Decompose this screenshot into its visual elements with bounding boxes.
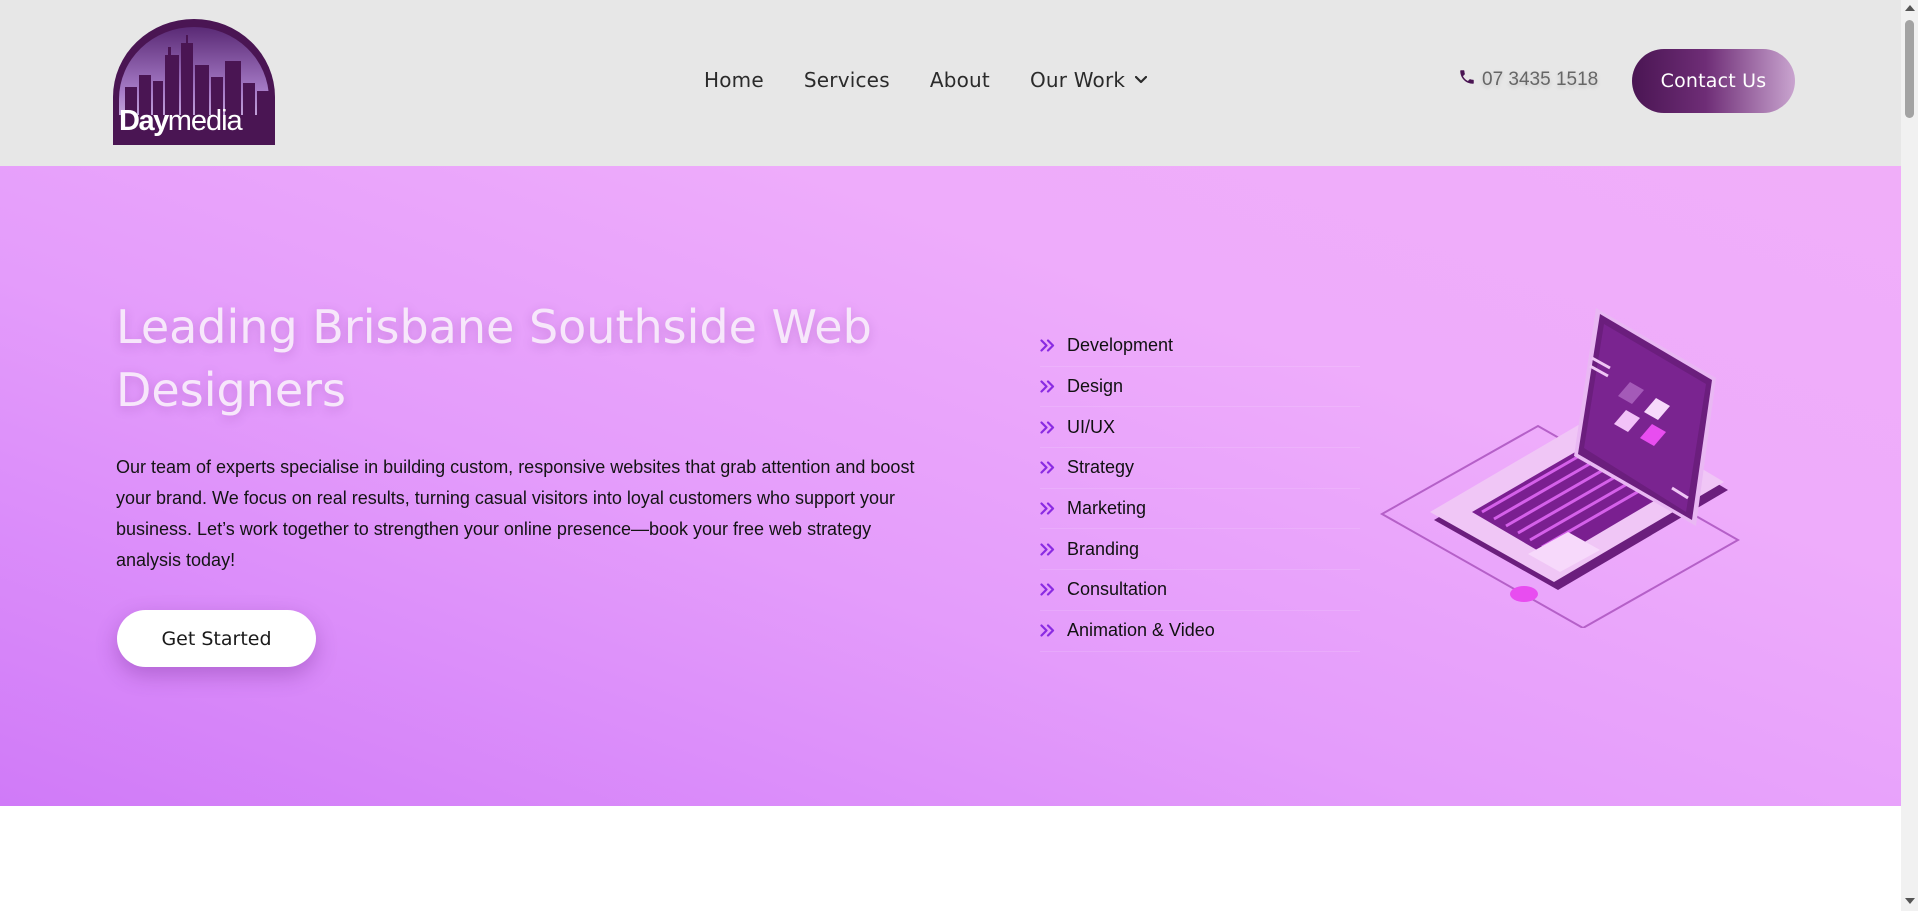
list-item: Branding xyxy=(1040,529,1360,571)
service-label: UI/UX xyxy=(1067,416,1116,437)
service-label: Branding xyxy=(1067,538,1140,559)
list-item: Strategy xyxy=(1040,448,1360,489)
double-chevron-right-icon xyxy=(1040,624,1055,637)
service-label: Strategy xyxy=(1067,457,1135,478)
scroll-up-icon[interactable] xyxy=(1905,5,1915,11)
nav-services[interactable]: Services xyxy=(804,68,890,92)
list-item: UI/UX xyxy=(1040,407,1360,449)
nav-services-label: Services xyxy=(803,68,890,92)
phone-link[interactable]: 07 3435 1518 xyxy=(1458,67,1598,93)
logo-word-media: media xyxy=(167,104,243,137)
nav-about-label: About xyxy=(929,68,990,92)
nav-our-work[interactable]: Our Work xyxy=(1029,68,1148,92)
daymedia-logo[interactable]: Day media xyxy=(113,19,275,145)
scroll-thumb[interactable] xyxy=(1905,20,1914,118)
laptop-illustration xyxy=(1378,308,1741,630)
phone-icon xyxy=(1458,68,1476,92)
contact-us-button[interactable]: Contact Us xyxy=(1632,49,1795,113)
list-item: Design xyxy=(1040,367,1360,408)
logo-wordmark: Day media xyxy=(119,99,275,143)
service-label: Design xyxy=(1067,376,1124,397)
double-chevron-right-icon xyxy=(1040,543,1055,556)
services-list: Development Design UI/UX Strategy Market… xyxy=(1040,326,1360,652)
nav-our-work-label: Our Work xyxy=(1029,68,1126,92)
get-started-button[interactable]: Get Started xyxy=(117,610,316,667)
list-item: Marketing xyxy=(1040,489,1360,530)
double-chevron-right-icon xyxy=(1040,421,1055,434)
chevron-down-icon[interactable] xyxy=(1135,76,1148,84)
double-chevron-right-icon xyxy=(1040,461,1055,475)
nav-home-label: Home xyxy=(704,68,764,92)
double-chevron-right-icon xyxy=(1040,583,1055,597)
site-header: Day media Home Services About Our Work 0… xyxy=(0,0,1901,166)
phone-number: 07 3435 1518 xyxy=(1482,69,1599,90)
hero-description: Our team of experts specialise in buildi… xyxy=(116,457,915,570)
list-item: Development xyxy=(1040,326,1360,367)
list-item: Animation & Video xyxy=(1040,611,1360,652)
page-scrollbar[interactable] xyxy=(1901,0,1918,911)
service-label: Animation & Video xyxy=(1067,620,1215,641)
nav-about[interactable]: About xyxy=(930,68,990,92)
service-label: Marketing xyxy=(1067,498,1147,519)
double-chevron-right-icon xyxy=(1040,339,1055,352)
service-label: Consultation xyxy=(1067,579,1168,600)
scroll-down-icon[interactable] xyxy=(1905,898,1915,904)
logo-word-day: Day xyxy=(119,104,169,137)
double-chevron-right-icon xyxy=(1040,502,1055,515)
list-item: Consultation xyxy=(1040,570,1360,611)
main-nav: Home Services About Our Work xyxy=(704,62,1148,98)
nav-home[interactable]: Home xyxy=(704,68,764,92)
hero-title: Leading Brisbane Southside Web Designers xyxy=(116,300,872,417)
double-chevron-right-icon xyxy=(1040,380,1055,393)
service-label: Development xyxy=(1067,335,1174,356)
hero-section: Leading Brisbane Southside Web Designers… xyxy=(0,166,1901,806)
